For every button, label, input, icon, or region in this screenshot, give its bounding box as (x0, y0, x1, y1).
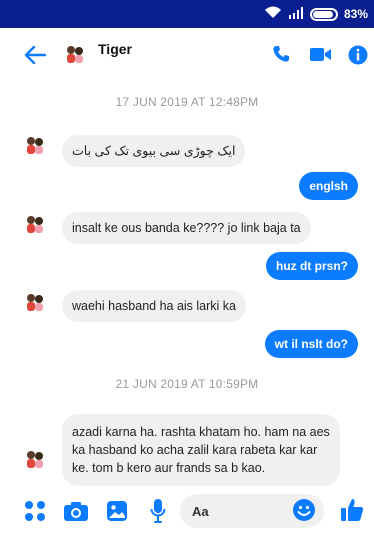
emoji-icon[interactable] (292, 498, 316, 527)
contact-name[interactable]: Tiger (98, 41, 132, 57)
info-icon[interactable] (348, 45, 368, 70)
message-avatar (22, 447, 48, 473)
phone-icon[interactable] (272, 45, 290, 68)
date-separator: 17 JUN 2019 AT 12:48PM (115, 95, 259, 109)
contact-avatar[interactable] (62, 42, 88, 68)
back-arrow-icon[interactable] (24, 45, 47, 69)
incoming-message[interactable]: insalt ke ous banda ke???? jo link baja … (62, 212, 311, 244)
more-options-icon[interactable] (24, 500, 46, 527)
outgoing-message[interactable]: huz dt prsn? (266, 252, 358, 280)
outgoing-message[interactable]: wt il nslt do? (264, 330, 358, 358)
date-separator: 21 JUN 2019 AT 10:59PM (115, 377, 259, 391)
gallery-icon[interactable] (106, 500, 128, 527)
like-thumbs-up-icon[interactable] (340, 497, 364, 528)
signal-icon (288, 6, 304, 22)
status-bar: 83% (0, 0, 374, 28)
battery-percent: 83% (343, 7, 368, 21)
outgoing-message[interactable]: englsh (299, 172, 358, 200)
message-avatar (22, 133, 48, 159)
wifi-icon (264, 6, 282, 22)
battery-icon (309, 7, 338, 21)
incoming-message[interactable]: waehi hasband ha ais larki ka (62, 290, 246, 322)
video-call-icon[interactable] (310, 47, 332, 67)
microphone-icon[interactable] (150, 498, 166, 529)
incoming-message[interactable]: azadi karna ha. rashta khatam ho. ham na… (62, 414, 340, 486)
incoming-message[interactable]: ایک چوڑی سی بیوی تک کی بات (62, 135, 246, 167)
camera-icon[interactable] (63, 500, 89, 527)
message-avatar (22, 212, 48, 238)
message-avatar (22, 290, 48, 316)
